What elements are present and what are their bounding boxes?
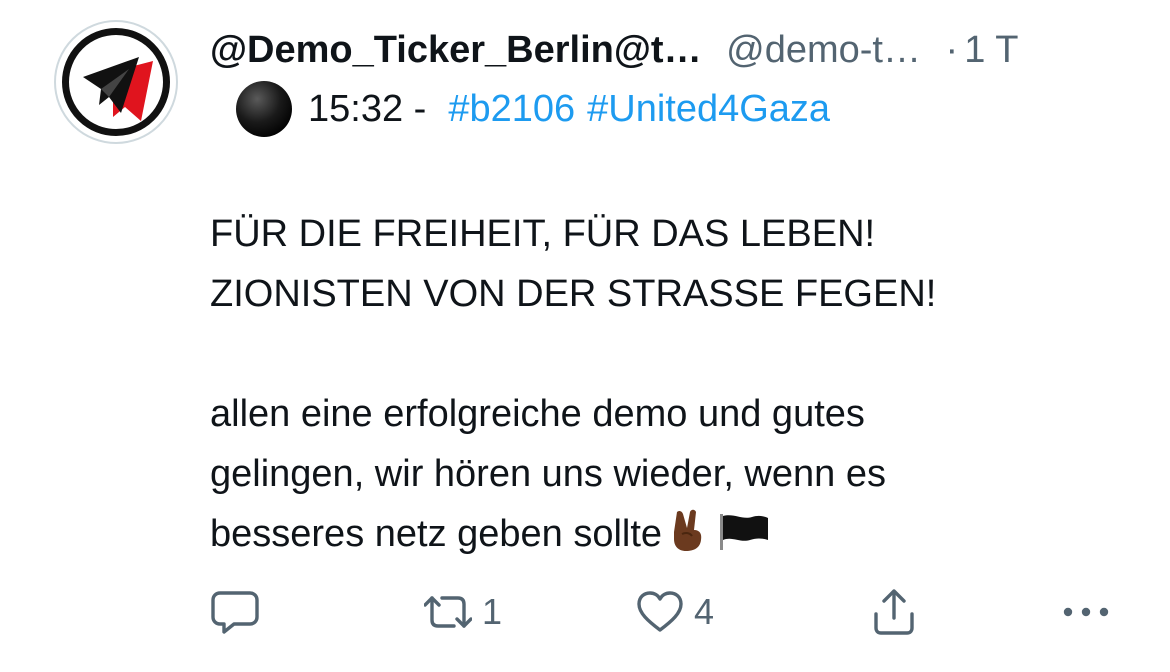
- reply-button[interactable]: [210, 582, 260, 642]
- retweet-count: 1: [482, 591, 503, 632]
- reply-icon: [211, 591, 259, 634]
- victory-hand-emoji-icon: [668, 508, 708, 570]
- body-line-text: besseres netz geben sollte: [210, 513, 663, 555]
- time-prefix: 15:32 -: [308, 88, 427, 130]
- hashtag-b2106[interactable]: #b2106: [448, 84, 575, 134]
- like-button[interactable]: 4: [636, 582, 714, 642]
- tweet-subheader: 15:32 - #b2106 #United4Gaza: [236, 81, 830, 137]
- body-line: ZIONISTEN VON DER STRASSE FEGEN!: [210, 273, 937, 315]
- avatar-ring: [62, 28, 170, 136]
- tweet-body: FÜR DIE FREIHEIT, FÜR DAS LEBEN! ZIONIST…: [210, 204, 1140, 564]
- body-line: gelingen, wir hören uns wieder, wenn es: [210, 453, 886, 495]
- retweet-icon: [424, 596, 472, 628]
- body-line-last: besseres netz geben sollte: [210, 504, 1140, 564]
- hashtag-united4gaza[interactable]: #United4Gaza: [587, 84, 830, 134]
- share-icon: [874, 589, 914, 635]
- time-ago[interactable]: 1 T: [964, 29, 1018, 71]
- telegram-plane-logo-icon: [83, 57, 153, 121]
- more-button[interactable]: [1062, 582, 1110, 642]
- body-line: allen eine erfolgreiche demo und gutes: [210, 393, 865, 435]
- black-circle-emoji-icon: [236, 81, 292, 137]
- body-line: FÜR DIE FREIHEIT, FÜR DAS LEBEN!: [210, 213, 876, 255]
- body-blank-line: [210, 324, 1140, 384]
- share-button[interactable]: [872, 582, 916, 642]
- heart-icon: [637, 591, 683, 632]
- display-name[interactable]: @Demo_Ticker_Berlin@t…: [210, 29, 702, 71]
- separator-dot: ·: [945, 29, 959, 71]
- retweet-button[interactable]: 1: [424, 582, 502, 642]
- black-flag-emoji-icon: [718, 510, 770, 570]
- avatar[interactable]: [54, 20, 178, 144]
- tweet-header: @Demo_Ticker_Berlin@t… @demo-t… · 1 T: [210, 26, 1150, 74]
- tweet-actions: 1 4: [200, 582, 1130, 642]
- user-handle[interactable]: @demo-t…: [726, 29, 921, 71]
- like-count: 4: [694, 591, 715, 632]
- more-icon: [1063, 607, 1109, 617]
